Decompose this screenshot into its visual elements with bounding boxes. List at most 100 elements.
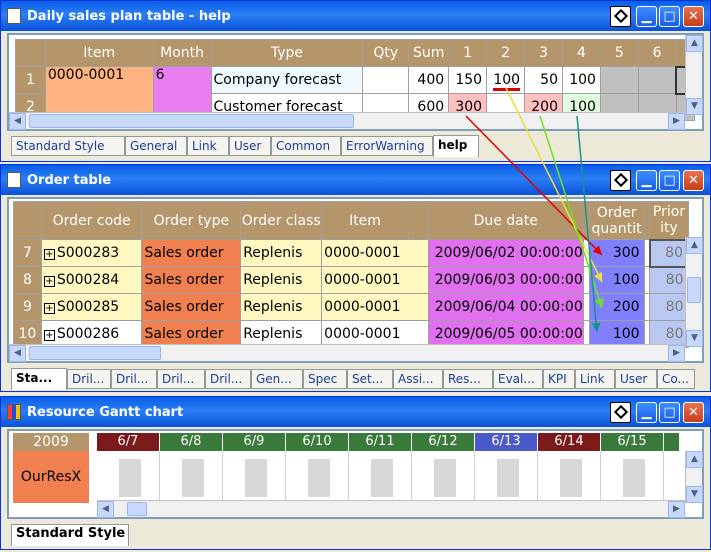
day2-cell[interactable]: 100 xyxy=(486,66,526,94)
expand-icon[interactable]: + xyxy=(43,249,55,260)
tab-errorwarning[interactable]: ErrorWarning xyxy=(341,136,433,156)
minimize-button[interactable]: ▁ xyxy=(636,6,657,27)
vertical-scrollbar[interactable]: ▲ ▼ xyxy=(685,35,703,115)
tab-general[interactable]: Gen... xyxy=(251,369,303,389)
col-header-qty[interactable]: Qty xyxy=(362,39,410,67)
priority-cell[interactable]: 80 xyxy=(649,266,689,294)
gantt-day-column[interactable] xyxy=(664,451,679,503)
gantt-day-column[interactable] xyxy=(601,451,664,503)
tab-link[interactable]: Link xyxy=(187,136,229,156)
order-quantity-cell[interactable]: 100 xyxy=(588,266,645,294)
tab-resource[interactable]: Res... xyxy=(443,369,493,389)
col-header-due-date[interactable]: Due date xyxy=(427,201,584,240)
scroll-down-button[interactable]: ▼ xyxy=(686,486,703,503)
expand-icon[interactable]: + xyxy=(43,303,55,314)
minimize-button[interactable]: ▁ xyxy=(636,170,657,191)
expand-icon[interactable]: + xyxy=(43,330,55,341)
tab-general[interactable]: General xyxy=(125,136,187,156)
col-header-order-type[interactable]: Order type xyxy=(141,201,242,240)
tab-kpi[interactable]: KPI xyxy=(543,369,575,389)
horizontal-scrollbar[interactable]: ◀ ▶ xyxy=(9,112,685,130)
col-header-day5[interactable]: 5 xyxy=(599,39,639,67)
scroll-thumb[interactable] xyxy=(29,114,354,128)
gantt-timeline[interactable] xyxy=(97,451,679,503)
scroll-left-button[interactable]: ◀ xyxy=(9,113,26,130)
day3-cell[interactable]: 50 xyxy=(524,66,563,94)
gantt-day-column[interactable] xyxy=(412,451,475,503)
help-button[interactable] xyxy=(610,170,631,191)
col-header-order-class[interactable]: Order class xyxy=(240,201,323,240)
gantt-day-column[interactable] xyxy=(223,451,286,503)
order-type-cell[interactable]: Sales order xyxy=(141,266,242,294)
order-code-cell[interactable]: + S000283 xyxy=(40,239,143,267)
col-header-day6[interactable]: 6 xyxy=(637,39,677,67)
gantt-day-column[interactable] xyxy=(97,451,160,503)
col-header-item[interactable]: Item xyxy=(44,39,154,67)
order-class-cell[interactable]: Replenis xyxy=(240,266,323,294)
scroll-right-button[interactable]: ▶ xyxy=(668,113,685,130)
row-number[interactable]: 8 xyxy=(13,266,42,294)
tab-link[interactable]: Link xyxy=(575,369,615,389)
scroll-down-button[interactable]: ▼ xyxy=(686,330,703,347)
help-button[interactable] xyxy=(610,6,631,27)
tab-drill-1[interactable]: Dril... xyxy=(67,369,111,389)
tab-standard-style[interactable]: Standard Style xyxy=(11,524,129,546)
due-date-cell[interactable]: 2009/06/02 00:00:00 xyxy=(427,239,584,267)
col-header-order-quantity[interactable]: Order quantit xyxy=(588,201,645,240)
minimize-button[interactable]: ▁ xyxy=(636,402,657,423)
tab-user[interactable]: User xyxy=(229,136,271,156)
vertical-scrollbar[interactable]: ▲ ▼ xyxy=(685,237,703,347)
scroll-right-button[interactable]: ▶ xyxy=(668,501,685,518)
order-class-cell[interactable]: Replenis xyxy=(240,239,323,267)
day4-cell[interactable]: 100 xyxy=(562,66,601,94)
gantt-day-column[interactable] xyxy=(538,451,601,503)
col-header-type[interactable]: Type xyxy=(210,39,364,67)
close-button[interactable]: ✕ xyxy=(683,6,704,27)
table-row[interactable]: 8 + S000284 Sales order Replenis 0000-000… xyxy=(13,266,689,294)
tab-drill-3[interactable]: Dril... xyxy=(157,369,205,389)
day5-cell[interactable] xyxy=(599,66,639,94)
item-cell[interactable]: 0000-0001 xyxy=(321,293,429,321)
order-class-cell[interactable]: Replenis xyxy=(240,293,323,321)
order-code-cell[interactable]: + S000285 xyxy=(40,293,143,321)
gantt-day-column[interactable] xyxy=(160,451,223,503)
scroll-left-button[interactable]: ◀ xyxy=(97,501,114,518)
order-type-cell[interactable]: Sales order xyxy=(141,293,242,321)
scroll-right-button[interactable]: ▶ xyxy=(668,345,685,362)
tab-spec[interactable]: Spec xyxy=(303,369,347,389)
order-code-cell[interactable]: + S000284 xyxy=(40,266,143,294)
due-date-cell[interactable]: 2009/06/04 00:00:00 xyxy=(427,293,584,321)
item-cell[interactable]: 0000-0001 xyxy=(321,239,429,267)
due-date-cell[interactable]: 2009/06/03 00:00:00 xyxy=(427,266,584,294)
title-bar[interactable]: Daily sales plan table - help ▁ □ ✕ xyxy=(1,1,710,31)
row-number[interactable]: 9 xyxy=(13,293,42,321)
col-header-item[interactable]: Item xyxy=(321,201,409,240)
scroll-thumb[interactable] xyxy=(29,346,161,360)
table-row[interactable]: 7 + S000283 Sales order Replenis 0000-000… xyxy=(13,238,690,268)
maximize-button[interactable]: □ xyxy=(659,6,680,27)
title-bar[interactable]: Order table ▁ □ ✕ xyxy=(1,165,710,195)
col-header-day4[interactable]: 4 xyxy=(562,39,601,67)
order-type-cell[interactable]: Sales order xyxy=(141,239,242,267)
title-bar[interactable]: Resource Gantt chart ▁ □ ✕ xyxy=(1,397,710,427)
row-number[interactable]: 1 xyxy=(15,66,46,94)
col-header-priority[interactable]: Prior ity xyxy=(649,201,689,240)
col-header-day3[interactable]: 3 xyxy=(524,39,563,67)
day6-cell[interactable] xyxy=(637,66,677,94)
scroll-up-button[interactable]: ▲ xyxy=(686,35,703,52)
tab-user[interactable]: User xyxy=(615,369,657,389)
maximize-button[interactable]: □ xyxy=(659,402,680,423)
priority-cell[interactable]: 80 xyxy=(649,293,689,321)
tab-common[interactable]: Common xyxy=(271,136,341,156)
resource-name-cell[interactable]: OurResX xyxy=(13,451,89,503)
tab-evaluation[interactable]: Eval... xyxy=(493,369,543,389)
qty-cell[interactable] xyxy=(362,66,410,94)
close-button[interactable]: ✕ xyxy=(683,170,704,191)
order-quantity-cell[interactable]: 300 xyxy=(588,239,645,267)
type-cell[interactable]: Company forecast xyxy=(210,66,364,94)
col-header-sum[interactable]: Sum xyxy=(408,39,450,67)
col-header-day1[interactable]: 1 xyxy=(448,39,488,67)
maximize-button[interactable]: □ xyxy=(659,170,680,191)
gantt-day-column[interactable] xyxy=(349,451,412,503)
tab-standard-style[interactable]: Standard Style xyxy=(11,136,125,156)
